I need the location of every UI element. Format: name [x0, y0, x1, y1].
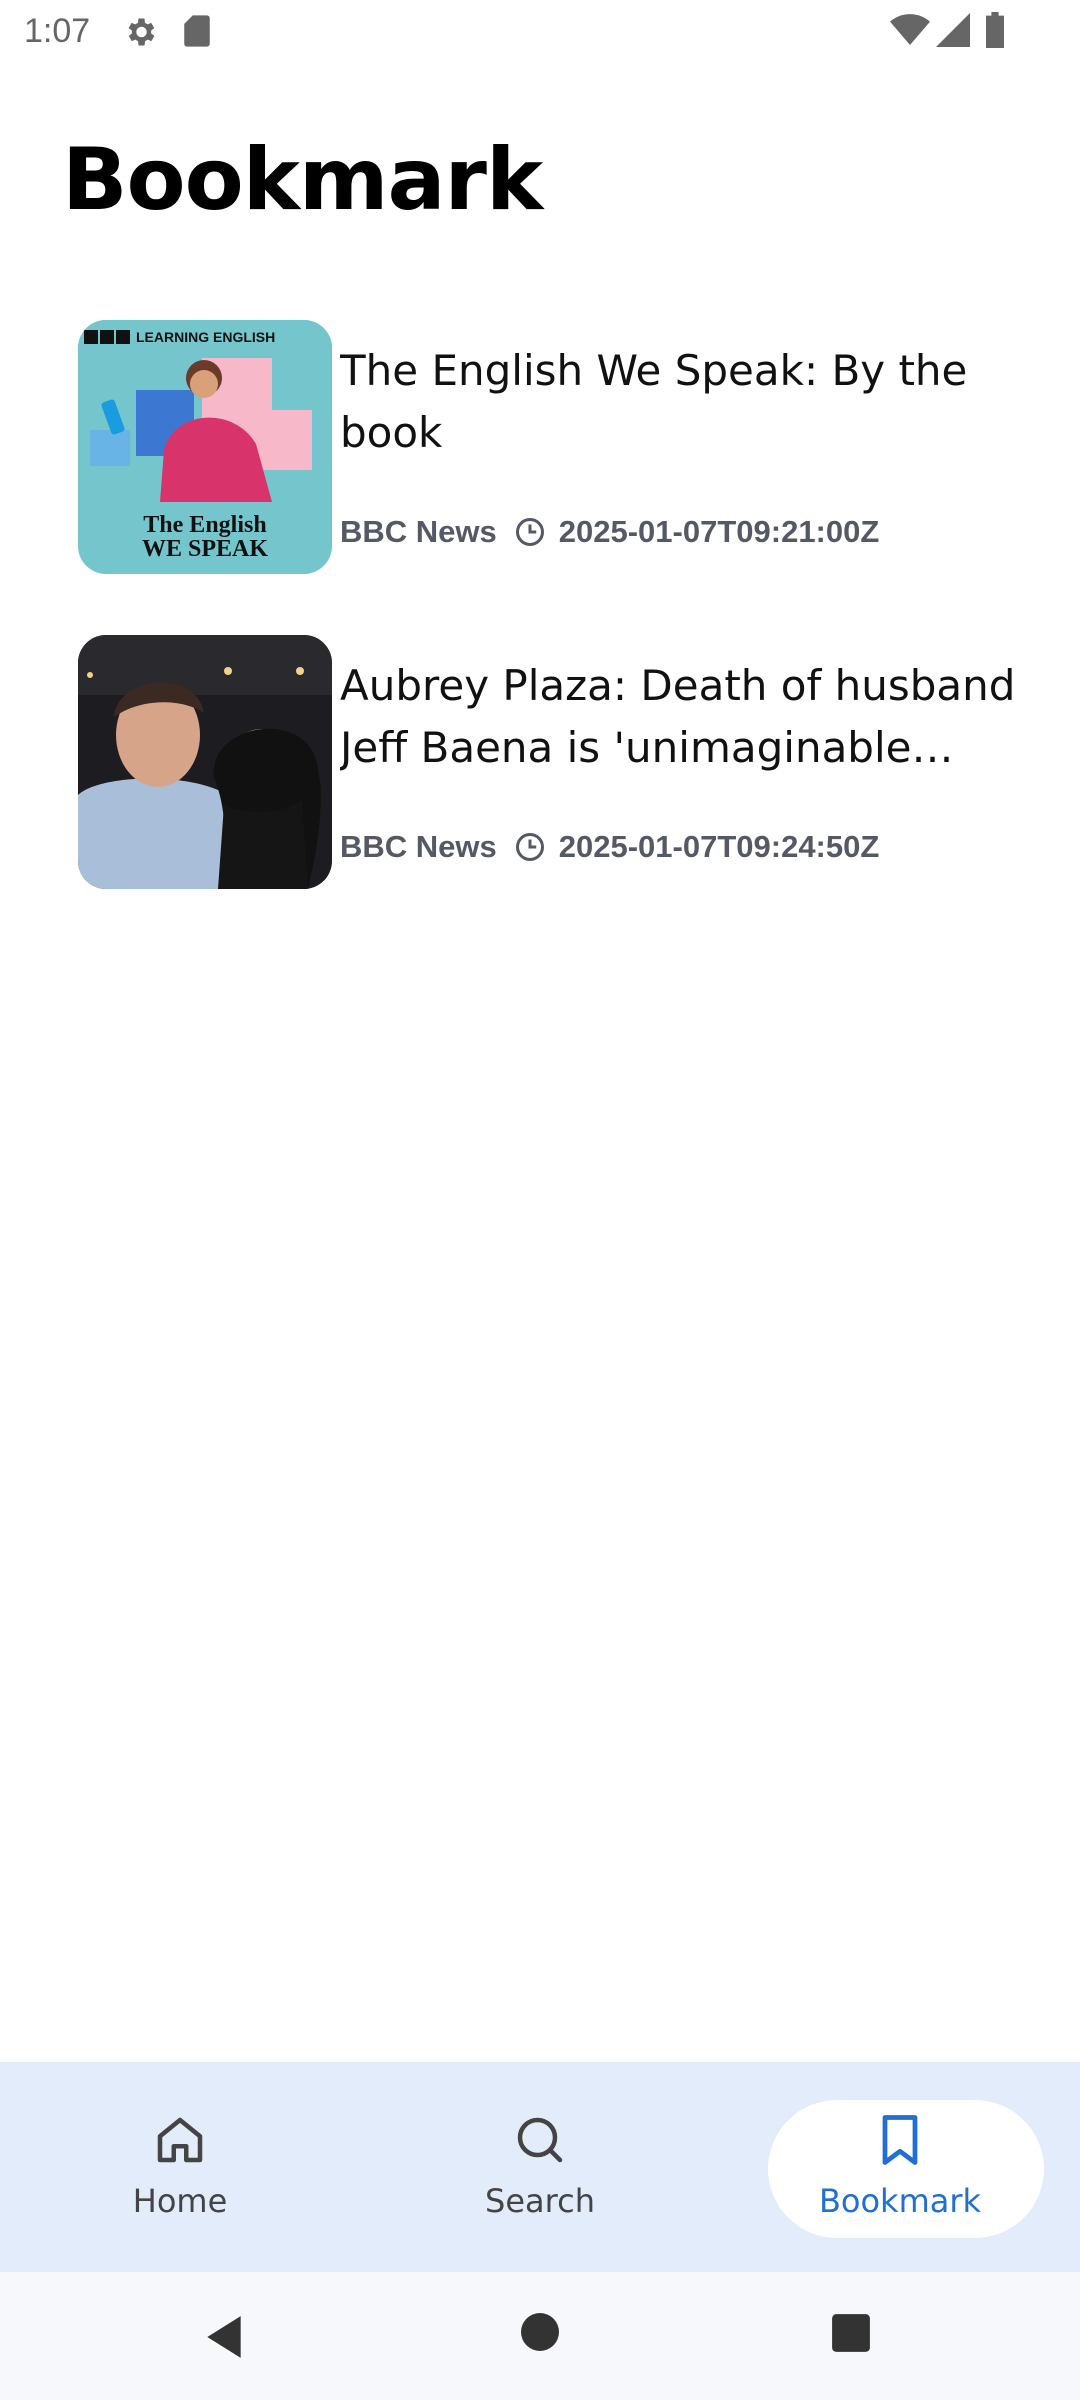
thumb-brand: LEARNING ENGLISH — [136, 329, 275, 345]
bookmark-article-item[interactable]: LEARNING ENGLISH The English WE SPEAK Th… — [78, 320, 1018, 574]
clock-icon — [515, 832, 545, 862]
status-time: 1:07 — [24, 12, 91, 50]
article-timestamp: 2025-01-07T09:24:50Z — [558, 829, 880, 864]
article-meta: BBC News 2025-01-07T09:21:00Z — [340, 510, 879, 554]
nav-home[interactable]: Home — [0, 2062, 360, 2272]
nav-search[interactable]: Search — [360, 2062, 720, 2272]
gear-icon — [122, 14, 158, 54]
search-icon — [510, 2110, 570, 2174]
home-button[interactable] — [520, 2312, 560, 2356]
nav-search-label: Search — [485, 2182, 595, 2220]
article-thumbnail: LEARNING ENGLISH The English WE SPEAK — [78, 320, 332, 574]
article-source: BBC News — [340, 829, 497, 864]
thumb-line1: The English — [143, 512, 266, 538]
nav-bookmark[interactable]: Bookmark — [720, 2062, 1080, 2272]
clock-icon — [515, 517, 545, 547]
article-thumbnail — [78, 635, 332, 889]
status-bar: 1:07 — [0, 0, 1080, 64]
bottom-navigation: Home Search Bookmark — [0, 2062, 1080, 2272]
wifi-icon — [890, 12, 930, 52]
battery-icon — [984, 12, 1006, 52]
sd-card-icon — [182, 14, 212, 52]
home-icon — [150, 2110, 210, 2174]
article-title: The English We Speak: By the book — [340, 346, 968, 457]
system-navigation-bar — [0, 2272, 1080, 2400]
nav-home-label: Home — [132, 2182, 228, 2220]
signal-icon — [936, 12, 970, 52]
article-timestamp: 2025-01-07T09:21:00Z — [558, 514, 880, 549]
page-title: Bookmark — [62, 130, 543, 230]
article-source: BBC News — [340, 514, 497, 549]
recents-button[interactable] — [830, 2312, 872, 2358]
bookmark-article-item[interactable]: Aubrey Plaza: Death of husband Jeff Baen… — [78, 635, 1018, 889]
back-button[interactable] — [202, 2312, 246, 2366]
thumb-line2: WE SPEAK — [142, 536, 268, 562]
bookmark-icon — [870, 2110, 930, 2174]
nav-bookmark-label: Bookmark — [818, 2182, 982, 2220]
article-meta: BBC News 2025-01-07T09:24:50Z — [340, 825, 879, 869]
article-title: Aubrey Plaza: Death of husband Jeff Baen… — [340, 661, 1016, 772]
